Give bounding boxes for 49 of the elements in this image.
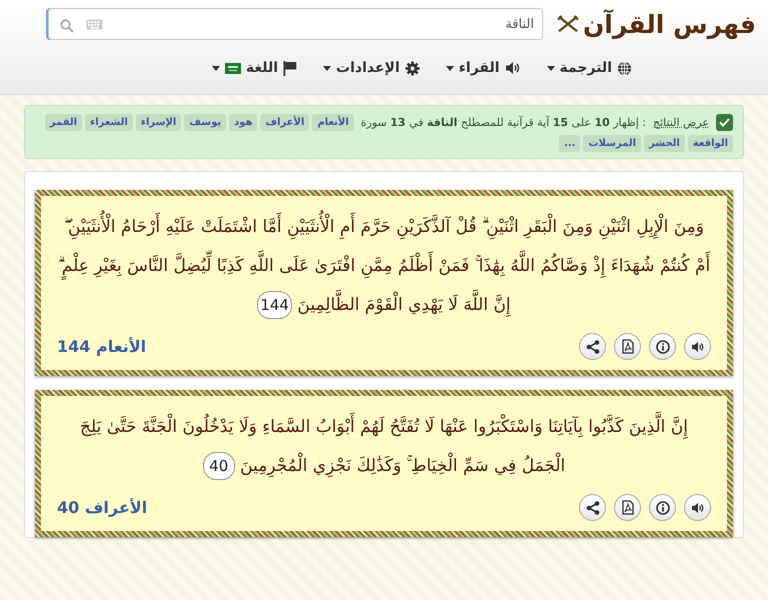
flag-icon	[283, 60, 298, 76]
check-icon	[719, 118, 730, 127]
verse-number: 40	[202, 452, 235, 480]
language-flag-icon	[224, 62, 241, 74]
caret-icon	[323, 66, 332, 70]
surah-tag[interactable]: الإسراء	[136, 114, 182, 131]
info-button[interactable]	[649, 494, 676, 522]
surah-tag[interactable]: الشعراء	[85, 114, 133, 131]
pdf-file-icon	[622, 500, 634, 516]
speaker-icon	[690, 340, 704, 353]
checkbox[interactable]	[716, 114, 733, 131]
surah-tag[interactable]: القمر	[44, 114, 82, 131]
results-label: عرض النتائج	[653, 116, 709, 129]
verse-reference-link[interactable]: الأنعام 144	[57, 337, 146, 356]
crossed-swords-icon	[556, 15, 579, 33]
caret-icon	[446, 66, 454, 70]
surah-tag[interactable]: هود	[229, 114, 258, 131]
nav-menu-button[interactable]: اللغة	[212, 60, 298, 76]
caret-icon	[546, 66, 555, 70]
surah-tag[interactable]: يوسف	[184, 114, 226, 131]
play-audio-button[interactable]	[684, 333, 711, 360]
pdf-file-icon	[622, 339, 634, 354]
nav-menu-button[interactable]: الإعدادات	[323, 60, 420, 76]
pdf-button[interactable]	[614, 494, 641, 522]
pdf-button[interactable]	[614, 333, 641, 360]
share-icon	[586, 340, 600, 354]
info-icon	[656, 340, 670, 354]
surah-tag[interactable]: الحشر	[644, 135, 685, 152]
info-button[interactable]	[649, 333, 676, 360]
gear-icon	[404, 60, 420, 76]
verse-number: 144	[257, 291, 292, 320]
surah-tag[interactable]: ...	[559, 135, 580, 152]
share-icon	[586, 500, 600, 515]
play-audio-button[interactable]	[684, 494, 711, 522]
share-button[interactable]	[579, 494, 606, 522]
caret-icon	[212, 66, 220, 70]
speaker-icon	[690, 502, 704, 514]
site-logo[interactable]: فهرس القرآن	[582, 10, 756, 38]
surah-tag[interactable]: الأنعام	[312, 114, 354, 131]
surah-tag[interactable]: الواقعة	[688, 135, 733, 152]
speaker-icon	[504, 61, 521, 75]
surah-tag[interactable]: الأعراف	[260, 114, 310, 131]
verse-reference-link[interactable]: الأعراف 40	[57, 498, 148, 518]
nav-menu-button[interactable]: الترجمة	[546, 60, 632, 76]
nav-menu-button[interactable]: القراء	[446, 60, 521, 76]
info-icon	[656, 500, 670, 515]
share-button[interactable]	[579, 333, 606, 360]
surah-tag[interactable]: المرسلات	[583, 135, 642, 152]
globe-icon	[617, 60, 632, 76]
